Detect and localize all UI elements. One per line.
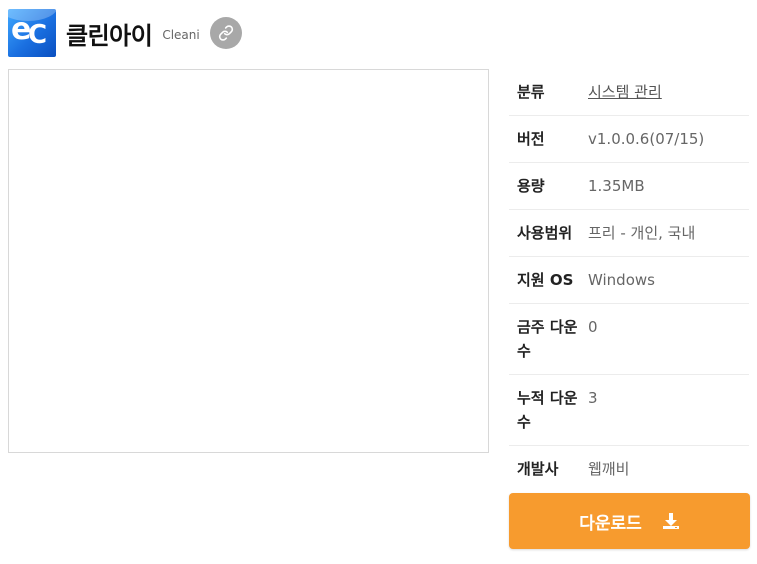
info-value: 프리 - 개인, 국내	[588, 224, 696, 242]
info-label: 버전	[517, 130, 545, 148]
info-label: 누적 다운수	[517, 389, 578, 431]
info-value: v1.0.0.6(07/15)	[588, 130, 705, 148]
info-label: 사용범위	[517, 224, 573, 242]
download-icon	[662, 512, 680, 530]
logo-letter-e: e	[11, 12, 31, 47]
app-title: 클린아이	[66, 21, 153, 50]
logo-letter-c: C	[28, 20, 48, 50]
app-screenshot-area	[8, 69, 489, 453]
info-row-version: 버전 v1.0.0.6(07/15)	[509, 116, 749, 163]
download-label: 다운로드	[579, 513, 642, 534]
link-button[interactable]	[209, 17, 242, 49]
info-row-size: 용량 1.35MB	[509, 163, 749, 210]
info-row-total-downloads: 누적 다운수 3	[509, 375, 749, 446]
info-label: 용량	[517, 177, 545, 195]
info-row-developer: 개발사 웹깨비	[509, 446, 749, 492]
info-row-category: 분류 시스템 관리	[509, 69, 749, 116]
info-value: 1.35MB	[588, 177, 645, 195]
info-table: 분류 시스템 관리 버전 v1.0.0.6(07/15) 용량 1.35MB 사…	[509, 69, 749, 492]
info-row-license: 사용범위 프리 - 개인, 국내	[509, 210, 749, 257]
category-link[interactable]: 시스템 관리	[588, 80, 749, 115]
info-value: 웹깨비	[588, 460, 630, 478]
info-label: 금주 다운수	[517, 318, 578, 360]
info-label: 개발사	[517, 460, 559, 478]
download-button[interactable]: 다운로드	[509, 493, 750, 549]
info-row-weekly-downloads: 금주 다운수 0	[509, 304, 749, 375]
app-header: e C 클린아이 Cleani	[8, 9, 242, 57]
app-subtitle: Cleani	[162, 28, 200, 42]
info-label: 분류	[517, 83, 545, 101]
app-logo: e C	[8, 9, 56, 57]
info-value: 3	[588, 389, 598, 407]
info-value: Windows	[588, 271, 655, 289]
info-label: 지원 OS	[517, 271, 574, 289]
info-value: 0	[588, 318, 598, 336]
link-icon	[218, 25, 233, 41]
info-row-os: 지원 OS Windows	[509, 257, 749, 304]
